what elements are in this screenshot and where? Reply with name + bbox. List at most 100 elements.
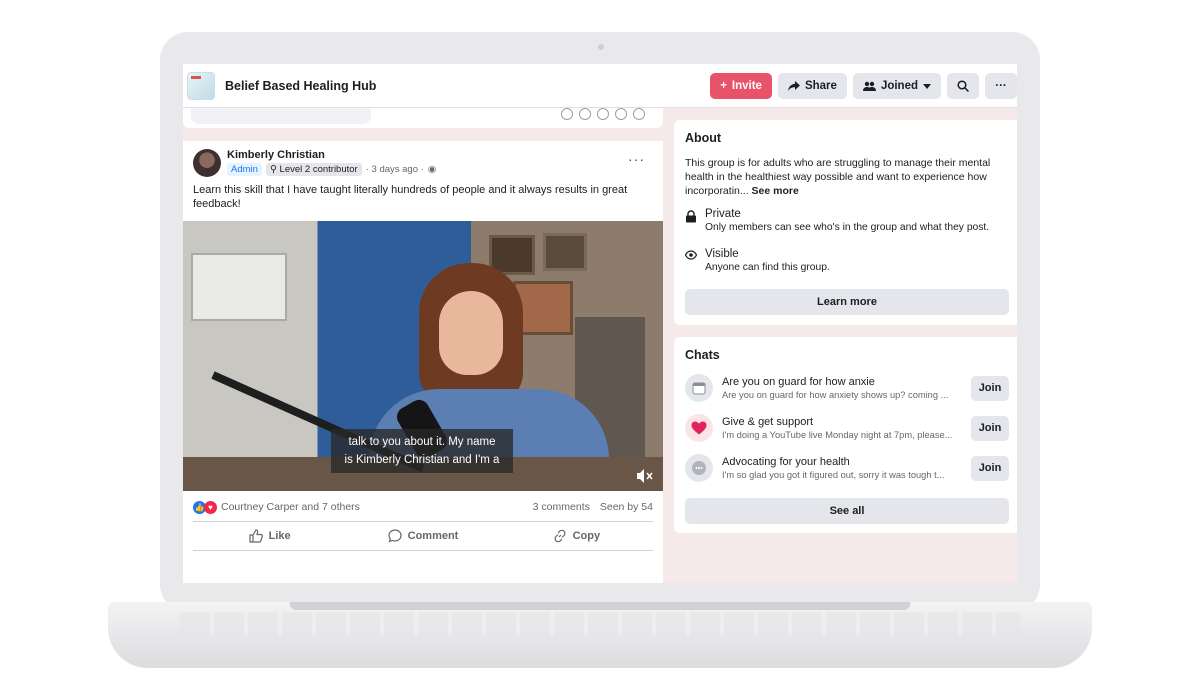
search-icon (957, 80, 969, 92)
comment-button[interactable]: Comment (346, 522, 499, 550)
join-chat-button[interactable]: Join (971, 375, 1009, 401)
author-avatar[interactable] (193, 149, 221, 177)
contributor-label: Level 2 contributor (279, 164, 358, 175)
visibility-description: Anyone can find this group. (705, 262, 830, 273)
video-caption: talk to you about it. My name is Kimberl… (331, 429, 513, 473)
reactors-text[interactable]: Courtney Carper and 7 others (221, 501, 360, 513)
love-reaction-icon: ♥ (204, 500, 217, 514)
copy-label: Copy (572, 530, 601, 542)
chat-preview: I'm so glad you got it figured out, sorr… (722, 470, 945, 480)
share-label: Share (804, 80, 837, 92)
learn-more-button[interactable]: Learn more (685, 289, 1009, 315)
seen-by-count[interactable]: Seen by 54 (600, 501, 653, 513)
group-cover-thumbnail[interactable] (187, 71, 215, 100)
muted-speaker-icon[interactable] (637, 469, 653, 483)
sticker-icon[interactable] (633, 108, 645, 120)
ellipsis-icon: ··· (628, 151, 645, 167)
post-timestamp[interactable]: · 3 days ago · (366, 164, 424, 175)
comment-bubble-icon (388, 529, 402, 543)
chat-item[interactable]: Give & get support I'm doing a YouTube l… (685, 412, 1009, 444)
author-info: Kimberly Christian Admin ⚲ Level 2 contr… (227, 149, 436, 177)
heart-icon (685, 414, 713, 442)
post-meta: Admin ⚲ Level 2 contributor · 3 days ago… (227, 163, 436, 176)
lock-icon (686, 210, 696, 223)
share-arrow-icon (787, 81, 800, 91)
ribbon-icon: ⚲ (269, 164, 277, 175)
post-body-text: Learn this skill that I have taught lite… (193, 184, 628, 210)
admin-badge: Admin (227, 163, 262, 176)
joined-label: Joined (880, 80, 918, 92)
post-card: Kimberly Christian Admin ⚲ Level 2 contr… (183, 141, 663, 583)
post-actions: Like Comment Copy (193, 521, 653, 551)
comments-count[interactable]: 3 comments (533, 501, 590, 513)
plus-icon: + (720, 80, 727, 92)
copy-link-button[interactable]: Copy (500, 522, 653, 550)
webcam (598, 44, 604, 50)
more-options-button[interactable]: ··· (985, 73, 1017, 99)
contributor-badge: ⚲ Level 2 contributor (265, 163, 362, 176)
privacy-description: Only members can see who's in the group … (705, 222, 990, 233)
invite-label: Invite (731, 80, 762, 92)
members-icon (862, 81, 876, 91)
join-chat-button[interactable]: Join (971, 415, 1009, 441)
chat-title: Give & get support (722, 416, 814, 428)
privacy-title: Private (705, 208, 741, 220)
post-header: Kimberly Christian Admin ⚲ Level 2 contr… (193, 149, 436, 177)
author-name[interactable]: Kimberly Christian (227, 149, 436, 161)
comment-label: Comment (407, 530, 459, 542)
search-button[interactable] (947, 73, 979, 99)
see-all-chats-button[interactable]: See all (685, 498, 1009, 524)
about-description: This group is for adults who are struggl… (685, 156, 1010, 198)
thumbs-up-icon (249, 529, 263, 543)
video-speaker-face (439, 291, 503, 375)
group-actions: + Invite Share Joined ··· (710, 73, 1017, 99)
invite-button[interactable]: + Invite (710, 73, 772, 99)
group-feed: Kimberly Christian Admin ⚲ Level 2 contr… (183, 108, 663, 583)
previous-post-card (183, 108, 663, 128)
post-menu-button[interactable]: ··· (628, 151, 645, 167)
about-card: About This group is for adults who are s… (674, 120, 1017, 325)
laptop-keyboard (180, 612, 1020, 636)
calendar-icon (685, 374, 713, 402)
chats-card: Chats Are you on guard for how anxie Are… (674, 337, 1017, 533)
chat-item[interactable]: Are you on guard for how anxie Are you o… (685, 372, 1009, 404)
about-description-text: This group is for adults who are struggl… (685, 157, 991, 197)
reactions-summary: 👍 ♥ Courtney Carper and 7 others 3 comme… (193, 499, 653, 515)
engagement-counts: 3 comments Seen by 54 (533, 501, 653, 513)
see-more-link[interactable]: See more (752, 185, 799, 197)
group-title[interactable]: Belief Based Healing Hub (225, 79, 376, 93)
share-button[interactable]: Share (777, 73, 847, 99)
visibility-info: Visible Anyone can find this group. (685, 248, 830, 273)
privacy-globe-icon: ◉ (427, 164, 437, 175)
group-header-bar: Belief Based Healing Hub + Invite Share … (183, 64, 1017, 108)
about-heading: About (685, 131, 722, 145)
chat-bubble-icon (685, 454, 713, 482)
avatar-sticker-icon[interactable] (561, 108, 573, 120)
video-whiteboard (191, 253, 287, 321)
comment-tools (561, 108, 645, 120)
camera-icon[interactable] (597, 108, 609, 120)
privacy-info: Private Only members can see who's in th… (685, 208, 989, 233)
group-page: Belief Based Healing Hub + Invite Share … (183, 64, 1017, 583)
chat-title: Advocating for your health (722, 456, 850, 468)
chats-heading: Chats (685, 348, 720, 362)
gif-icon[interactable] (615, 108, 627, 120)
visibility-title: Visible (705, 248, 739, 260)
join-chat-button[interactable]: Join (971, 455, 1009, 481)
eye-icon (685, 250, 697, 260)
chat-preview: Are you on guard for how anxiety shows u… (722, 390, 949, 400)
like-button[interactable]: Like (193, 522, 346, 550)
laptop-hinge (290, 602, 910, 610)
joined-button[interactable]: Joined (852, 73, 941, 99)
post-video[interactable]: talk to you about it. My name is Kimberl… (183, 221, 663, 491)
emoji-icon[interactable] (579, 108, 591, 120)
chat-preview: I'm doing a YouTube live Monday night at… (722, 430, 953, 440)
chevron-down-icon (923, 83, 931, 89)
comment-input-strip[interactable] (191, 108, 371, 124)
chat-title: Are you on guard for how anxie (722, 376, 875, 388)
ellipsis-icon: ··· (995, 80, 1007, 92)
video-frame (543, 233, 587, 271)
link-icon (554, 529, 566, 543)
chat-item[interactable]: Advocating for your health I'm so glad y… (685, 452, 1009, 484)
like-label: Like (268, 530, 291, 542)
